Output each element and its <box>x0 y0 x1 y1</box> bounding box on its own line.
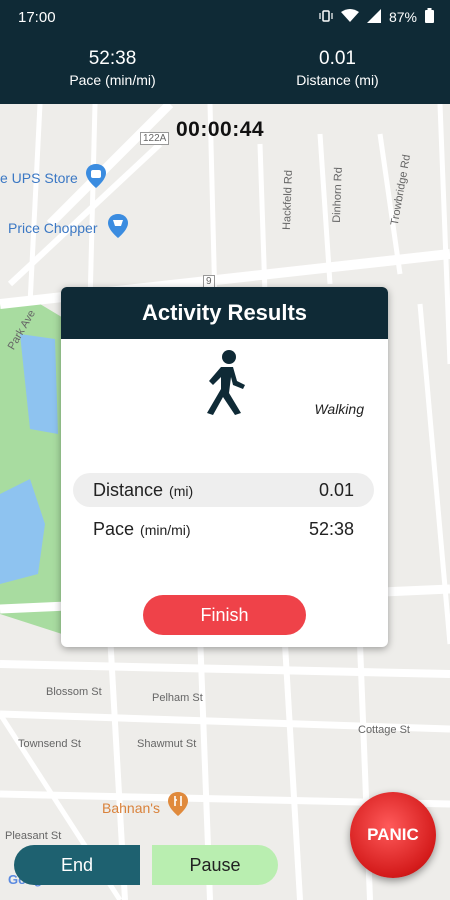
cart-icon[interactable] <box>108 214 128 243</box>
townsend-st-label: Townsend St <box>18 738 81 750</box>
status-icons: 87% <box>319 8 434 26</box>
status-bar: 17:00 87% <box>0 0 450 36</box>
pace-row: Pace (min/mi) 52:38 <box>73 512 374 546</box>
pleasant-st-label: Pleasant St <box>5 830 62 842</box>
pace-value: 52:38 <box>88 48 137 69</box>
signal-icon <box>366 8 381 26</box>
dinhorn-rd-label: Dinhorn Rd <box>330 166 345 224</box>
battery-percent: 87% <box>388 9 417 25</box>
end-button[interactable]: End <box>14 845 140 885</box>
distance-row: Distance (mi) 0.01 <box>73 473 374 507</box>
pace-stat: 52:38 Pace (min/mi) <box>0 48 225 88</box>
activity-type: Walking <box>314 401 364 417</box>
price-chopper-label[interactable]: Price Chopper <box>8 220 98 236</box>
pace-label: Pace (min/mi) <box>69 72 156 88</box>
activity-results-dialog: Activity Results Walking Distance (mi) 0.… <box>61 287 388 647</box>
pace-row-unit: (min/mi) <box>140 522 191 538</box>
pace-row-label: Pace <box>93 519 135 539</box>
vibrate-icon <box>319 9 333 26</box>
ups-store-label[interactable]: e UPS Store <box>0 170 78 186</box>
pelham-st-label: Pelham St <box>152 692 203 704</box>
hackfeld-rd-label: Hackfeld Rd <box>280 169 296 231</box>
status-time: 17:00 <box>18 9 56 26</box>
distance-row-unit: (mi) <box>169 483 194 499</box>
blossom-st-label: Blossom St <box>46 686 102 698</box>
battery-icon <box>425 8 434 26</box>
wifi-icon <box>340 8 359 26</box>
distance-stat: 0.01 Distance (mi) <box>225 48 450 88</box>
route-122a-label: 122A <box>140 132 170 145</box>
cottage-st-label: Cottage St <box>358 724 410 736</box>
elapsed-timer: 00:00:44 <box>176 118 265 141</box>
panic-button[interactable]: PANIC <box>350 792 436 878</box>
dialog-title: Activity Results <box>61 287 388 339</box>
pace-row-value: 52:38 <box>308 519 354 539</box>
restaurant-icon[interactable] <box>168 792 188 821</box>
finish-button[interactable]: Finish <box>143 595 306 635</box>
distance-value: 0.01 <box>319 48 356 69</box>
walking-icon <box>201 349 249 417</box>
bahnans-label[interactable]: Bahnan's <box>102 800 160 816</box>
stats-header: 52:38 Pace (min/mi) 0.01 Distance (mi) <box>0 36 450 104</box>
distance-row-label: Distance <box>93 480 164 500</box>
distance-label: Distance (mi) <box>296 72 379 88</box>
pause-button[interactable]: Pause <box>152 845 278 885</box>
shawmut-st-label: Shawmut St <box>137 738 197 750</box>
ups-store-icon[interactable] <box>86 164 106 193</box>
distance-row-value: 0.01 <box>318 480 354 500</box>
